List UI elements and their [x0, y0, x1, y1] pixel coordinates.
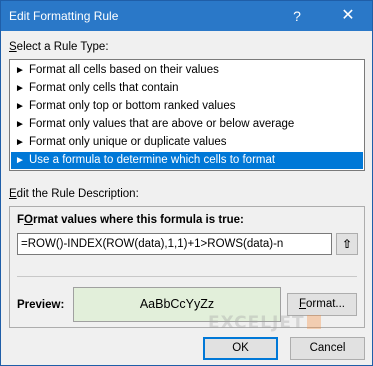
rule-description-label: Edit the Rule Description: [9, 188, 139, 200]
rule-description-label-hotkey: E [9, 188, 17, 200]
collapse-dialog-icon[interactable]: ⇧ [336, 233, 358, 255]
rule-type-item-label: Use a formula to determine which cells t… [29, 154, 276, 166]
rule-type-list[interactable]: ► Format all cells based on their values … [9, 59, 365, 171]
arrow-icon: ► [15, 119, 25, 130]
ok-button[interactable]: OK [203, 337, 278, 360]
watermark-text: EXCELJET [208, 313, 305, 333]
arrow-icon: ► [15, 65, 25, 76]
format-button-label: ormat... [306, 298, 345, 310]
formula-input[interactable]: =ROW()-INDEX(ROW(data),1,1)+1>ROWS(data)… [17, 233, 332, 255]
rule-type-label: Select a Rule Type: [9, 41, 109, 53]
formula-label: FOrmat values where this formula is true… [17, 214, 244, 226]
format-button-hotkey: F [298, 298, 307, 310]
formula-label-prefix: F [17, 214, 25, 226]
rule-type-item-label: Format only cells that contain [29, 82, 179, 94]
formula-label-text: rmat values where this formula is true: [32, 214, 244, 226]
divider [17, 276, 357, 277]
preview-label: Preview: [17, 299, 65, 311]
rule-type-item-label: Format only unique or duplicate values [29, 136, 227, 148]
arrow-icon: ► [15, 155, 25, 166]
rule-description-label-text: dit the Rule Description: [16, 188, 139, 200]
exceljet-watermark: EXCELJET [208, 313, 321, 333]
rule-type-item[interactable]: ► Format all cells based on their values [11, 62, 363, 79]
rule-type-item[interactable]: ► Format only unique or duplicate values [11, 134, 363, 151]
watermark-flag-icon [306, 315, 321, 329]
rule-type-item-label: Format only top or bottom ranked values [29, 100, 236, 112]
cancel-button[interactable]: Cancel [290, 337, 365, 360]
rule-type-item[interactable]: ► Format only cells that contain [11, 80, 363, 97]
rule-type-item[interactable]: ► Format only values that are above or be… [11, 116, 363, 133]
rule-type-item-label: Format all cells based on their values [29, 64, 219, 76]
rule-type-label-hotkey: S [9, 41, 17, 53]
rule-type-item[interactable]: ► Format only top or bottom ranked values [11, 98, 363, 115]
rule-description-group: FOrmat values where this formula is true… [9, 206, 365, 328]
arrow-icon: ► [15, 101, 25, 112]
arrow-icon: ► [15, 83, 25, 94]
title-bar: Edit Formatting Rule ? ✕ [1, 1, 372, 31]
rule-type-item-label: Format only values that are above or bel… [29, 118, 295, 130]
rule-type-item-selected[interactable]: ► Use a formula to determine which cells … [11, 152, 363, 169]
edit-formatting-rule-dialog: Edit Formatting Rule ? ✕ Select a Rule T… [0, 0, 373, 366]
arrow-icon: ► [15, 137, 25, 148]
formula-label-hotkey: O [24, 214, 33, 226]
rule-type-label-text: elect a Rule Type: [16, 41, 109, 53]
dialog-title: Edit Formatting Rule [9, 9, 119, 23]
help-icon[interactable]: ? [286, 5, 308, 27]
close-icon[interactable]: ✕ [337, 5, 359, 27]
